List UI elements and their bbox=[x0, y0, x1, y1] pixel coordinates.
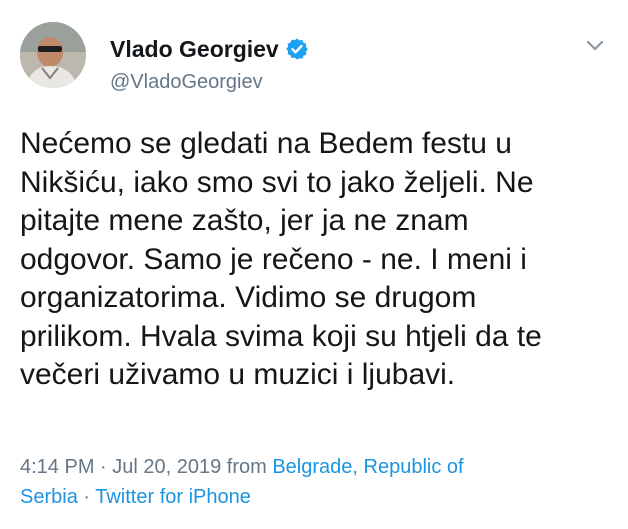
tweet-text: Nećemo se gledati na Bedem festu u Nikši… bbox=[20, 125, 610, 395]
verified-badge-icon bbox=[285, 37, 309, 61]
tweet-text-line: Nikšiću, iako smo svi to jako željeli. N… bbox=[20, 165, 534, 199]
timestamp[interactable]: 4:14 PM · Jul 20, 2019 from bbox=[20, 456, 272, 478]
tweet-text-line: prilikom. Hvala svima koji su htjeli da … bbox=[20, 319, 542, 353]
tweet-text-line: pitajte mene zašto, jer ja ne znam bbox=[20, 204, 469, 237]
tweet-text-line: organizatorima. Vidimo se drugom bbox=[20, 281, 477, 314]
tweet-metadata: 4:14 PM · Jul 20, 2019 from Belgrade, Re… bbox=[20, 452, 610, 512]
location-link[interactable]: Belgrade, Republic of bbox=[272, 456, 463, 478]
separator: · bbox=[77, 486, 96, 508]
tweet-text-line: večeri uživamo u muzici i ljubavi. bbox=[20, 358, 456, 391]
profile-photo-icon bbox=[20, 22, 86, 88]
chevron-down-icon[interactable] bbox=[584, 38, 606, 54]
location-link-continued[interactable]: Serbia bbox=[20, 486, 78, 508]
display-name[interactable]: Vlado Georgiev bbox=[110, 36, 279, 62]
tweet-text-line: Nećemo se gledati na Bedem festu u bbox=[20, 127, 512, 160]
source-link[interactable]: Twitter for iPhone bbox=[95, 486, 251, 508]
avatar[interactable] bbox=[20, 22, 86, 88]
user-handle[interactable]: @VladoGeorgiev bbox=[110, 70, 263, 94]
name-row: Vlado Georgiev bbox=[110, 36, 309, 62]
tweet-text-line: odgovor. Samo je rečeno - ne. I meni i bbox=[20, 242, 527, 276]
tweet-card: Vlado Georgiev @VladoGeorgiev Nećemo se … bbox=[0, 0, 628, 529]
